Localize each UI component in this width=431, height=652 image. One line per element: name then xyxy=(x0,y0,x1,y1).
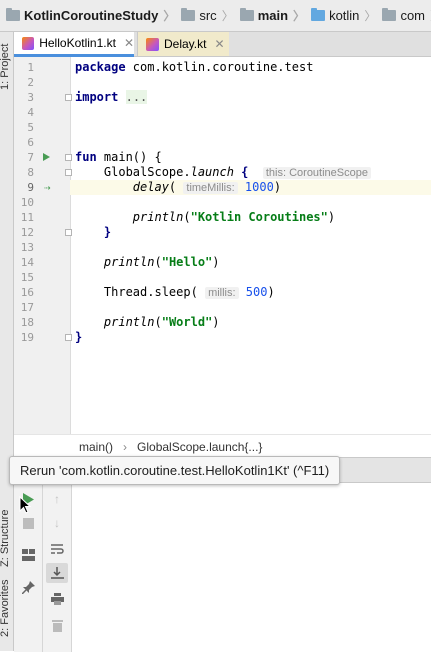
code-line: 11 println("Kotlin Coroutines") xyxy=(20,210,336,224)
soft-wrap-icon[interactable] xyxy=(49,541,65,557)
run-gutter-icon[interactable] xyxy=(43,153,50,161)
fold-marker-icon[interactable] xyxy=(65,169,72,176)
nav-crumb-project[interactable]: KotlinCoroutineStudy 〉 xyxy=(0,7,175,24)
source-folder-icon xyxy=(311,8,326,21)
code-line: 4 xyxy=(27,106,34,119)
editor-tabs: HelloKotlin1.kt ✕ Delay.kt ✕ xyxy=(14,32,431,57)
print-icon[interactable] xyxy=(49,591,65,607)
folder-icon xyxy=(181,8,196,21)
console-output[interactable] xyxy=(72,483,431,652)
close-tab-icon[interactable]: ✕ xyxy=(124,36,134,50)
suspend-call-icon: ⇢ xyxy=(44,181,51,194)
folder-icon xyxy=(6,8,20,21)
code-line: 13 xyxy=(20,241,34,254)
breadcrumb-separator: › xyxy=(123,439,128,454)
code-line: 14 println("Hello") xyxy=(20,255,220,269)
pin-icon[interactable] xyxy=(20,579,36,595)
nav-crumb-com[interactable]: com〉 xyxy=(376,7,431,24)
code-line: 19 } xyxy=(20,330,83,344)
folder-icon xyxy=(239,8,254,21)
code-editor[interactable]: 1 package com.kotlin.coroutine.test 2 3 … xyxy=(14,57,431,434)
inlay-hint: timeMillis: xyxy=(183,182,238,194)
tab-hellokotlin1[interactable]: HelloKotlin1.kt ✕ xyxy=(14,32,134,57)
code-line: 6 xyxy=(27,136,34,149)
inlay-hint: millis: xyxy=(205,287,239,299)
structure-tool-button[interactable]: Z: Structure xyxy=(0,510,11,567)
code-line: 8 GlobalScope.launch { this: CoroutineSc… xyxy=(14,165,431,180)
package-icon xyxy=(382,8,397,21)
nav-crumb-src[interactable]: src 〉 xyxy=(175,7,234,24)
code-line: 12 } xyxy=(20,225,112,239)
run-toolbar-secondary: ↑ ↓ xyxy=(43,483,72,652)
code-line: 17 xyxy=(20,301,34,314)
trash-icon[interactable] xyxy=(49,617,65,633)
code-line: 10 xyxy=(20,196,34,209)
up-arrow-icon[interactable]: ↑ xyxy=(49,491,65,507)
code-line: 18 println("World") xyxy=(20,315,220,329)
inlay-hint: this: CoroutineScope xyxy=(262,167,371,179)
layout-icon[interactable] xyxy=(20,547,36,563)
code-line: 5 xyxy=(27,121,34,134)
breadcrumb-launch[interactable]: GlobalScope.launch{...} xyxy=(137,440,262,454)
stop-icon[interactable] xyxy=(20,515,36,531)
fold-marker-icon[interactable] xyxy=(65,94,72,101)
code-line-current: 9 ⇢ delay( timeMillis: 1000) xyxy=(14,180,431,195)
kotlin-file-icon xyxy=(22,36,35,50)
fold-marker-icon[interactable] xyxy=(65,229,72,236)
code-line-main: 7 fun main() { xyxy=(27,150,162,164)
project-tool-button[interactable]: 1: Project xyxy=(0,44,11,90)
code-line: 15 xyxy=(20,271,34,284)
code-line: 1 package com.kotlin.coroutine.test xyxy=(27,60,314,74)
rerun-tooltip: Rerun 'com.kotlin.coroutine.test.HelloKo… xyxy=(9,456,341,485)
favorites-tool-button[interactable]: 2: Favorites xyxy=(0,580,11,637)
run-tool-window: ↑ ↓ xyxy=(14,457,431,652)
code-line: 2 xyxy=(27,76,34,89)
code-line: 3 import ... xyxy=(27,90,148,104)
kotlin-file-icon xyxy=(146,37,159,51)
nav-crumb-main[interactable]: main 〉 xyxy=(234,7,305,24)
mouse-cursor-icon xyxy=(19,496,31,514)
breadcrumb-main[interactable]: main() xyxy=(79,440,113,454)
left-tool-strip: 1: Project Z: Structure 2: Favorites xyxy=(0,32,14,651)
editor-breadcrumbs: main() › GlobalScope.launch{...} xyxy=(14,434,431,458)
fold-marker-icon[interactable] xyxy=(65,334,72,341)
navigation-bar: KotlinCoroutineStudy 〉 src 〉 main 〉 kotlin 〉… xyxy=(0,0,431,32)
nav-crumb-kotlin[interactable]: kotlin 〉 xyxy=(305,7,376,24)
down-arrow-icon[interactable]: ↓ xyxy=(49,515,65,531)
fold-marker-icon[interactable] xyxy=(65,154,72,161)
scroll-to-end-icon[interactable] xyxy=(46,563,68,583)
code-line: 16 Thread.sleep( millis: 500) xyxy=(20,285,275,299)
folded-imports[interactable]: ... xyxy=(125,90,148,104)
tab-delay[interactable]: Delay.kt ✕ xyxy=(137,32,229,56)
close-tab-icon[interactable]: ✕ xyxy=(214,37,224,51)
